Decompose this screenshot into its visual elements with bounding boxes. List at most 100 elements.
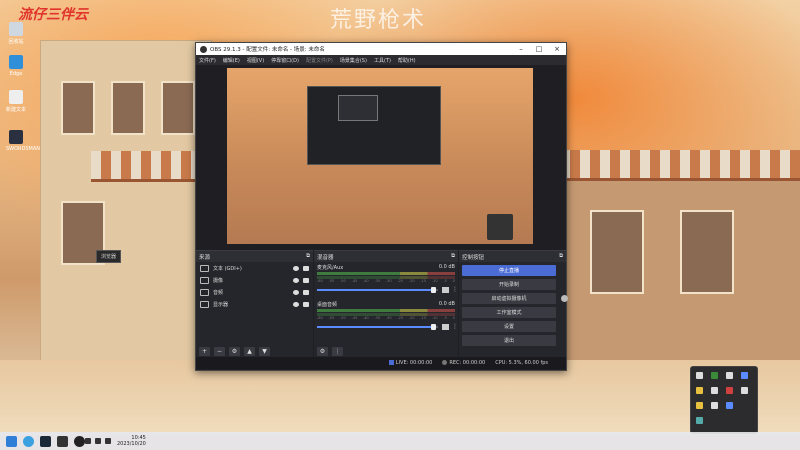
tray-chevron-icon[interactable] [85, 438, 91, 444]
undock-icon[interactable]: ⧉ [559, 253, 563, 260]
controls-header: 控制按钮 [462, 254, 485, 261]
more-options-icon[interactable]: ⋮ [452, 323, 458, 330]
sources-dock: 来源 ⧉ 文本 (GDI+) 摄像 音频 显示器 + − ⚙ ▲ ▼ [196, 250, 313, 358]
audio-meter [317, 272, 455, 275]
menu-scene-collection[interactable]: 场景集合(S) [340, 57, 367, 64]
studio-mode-button[interactable]: 工作室模式 [462, 307, 556, 318]
audio-settings-button[interactable]: ⚙ [317, 346, 328, 356]
lock-icon[interactable] [303, 289, 309, 295]
tray-icon[interactable] [711, 372, 718, 379]
nested-preview [307, 86, 441, 165]
obs-window[interactable]: OBS 29.1.3 - 配置文件: 未命名 - 场景: 未命名 – □ × 文… [195, 42, 568, 371]
gear-icon[interactable] [561, 295, 568, 302]
remove-source-button[interactable]: − [214, 346, 225, 356]
live-icon [388, 360, 394, 365]
menu-edit[interactable]: 编辑(E) [223, 57, 240, 64]
steam-icon[interactable] [40, 435, 51, 447]
recycle-bin-icon [9, 22, 23, 36]
tray-icon[interactable] [726, 372, 733, 379]
source-item[interactable]: 文本 (GDI+) [196, 262, 313, 274]
tray-icon[interactable] [696, 372, 703, 379]
mixer-menu-button[interactable]: ⋮ [332, 346, 343, 356]
menu-help[interactable]: 帮助(H) [398, 57, 416, 64]
live-status: LIVE: 00:00:00 [388, 360, 432, 366]
controls-dock: 控制按钮 ⧉ 停止直播 开始录制 启动虚拟摄像机 工作室模式 设置 退出 [459, 250, 568, 358]
source-item[interactable]: 显示器 [196, 298, 313, 310]
tray-icon[interactable] [726, 387, 733, 394]
more-options-icon[interactable]: ⋮ [452, 286, 458, 293]
visibility-eye-icon[interactable] [293, 289, 299, 295]
source-properties-button[interactable]: ⚙ [229, 346, 240, 356]
tray-icon[interactable] [696, 402, 703, 409]
audio-meter [317, 276, 455, 279]
close-icon[interactable]: × [548, 45, 566, 53]
source-item[interactable]: 摄像 [196, 274, 313, 286]
obs-logo-icon [200, 45, 207, 53]
move-down-button[interactable]: ▼ [259, 346, 270, 356]
meter-ticks: -60 -55 -50 -45 -40 -35 -30 -25 -20 -15 -10 -5 0 [317, 279, 455, 283]
background-building-left [40, 40, 212, 372]
menu-view[interactable]: 视图(V) [247, 57, 264, 64]
start-recording-button[interactable]: 开始录制 [462, 279, 556, 290]
mixer-header: 混音器 [317, 254, 334, 261]
minimize-icon[interactable]: – [512, 45, 530, 53]
source-item[interactable]: 音频 [196, 286, 313, 298]
undock-icon[interactable]: ⧉ [451, 253, 455, 260]
edge-icon [9, 55, 23, 69]
volume-slider[interactable] [317, 286, 438, 293]
visibility-eye-icon[interactable] [293, 277, 299, 283]
volume-slider[interactable] [317, 323, 438, 330]
settings-button[interactable]: 设置 [462, 321, 556, 332]
terminal-icon[interactable] [57, 435, 68, 447]
lock-icon[interactable] [303, 301, 309, 307]
menu-profile[interactable]: 配置文件(P) [306, 57, 333, 64]
obs-titlebar[interactable]: OBS 29.1.3 - 配置文件: 未命名 - 场景: 未命名 – □ × [196, 43, 566, 55]
cpu-status: CPU: 5.3%, 60.00 fps [495, 360, 548, 366]
tooltip: 浏览器 [96, 250, 122, 263]
tray-icon[interactable] [741, 387, 748, 394]
preview-canvas[interactable] [227, 68, 533, 244]
move-up-button[interactable]: ▲ [244, 346, 255, 356]
speaker-icon[interactable] [442, 286, 449, 293]
menu-docks[interactable]: 停靠窗口(D) [271, 57, 299, 64]
volume-icon[interactable] [105, 438, 111, 444]
speaker-icon[interactable] [442, 323, 449, 330]
network-icon[interactable] [95, 438, 101, 444]
meter-ticks: -60 -55 -50 -45 -40 -35 -30 -25 -20 -15 -10 -5 0 [317, 316, 455, 320]
desktop-icon-edge[interactable]: Edge [6, 55, 26, 77]
tray-icon[interactable] [711, 402, 718, 409]
menu-tools[interactable]: 工具(T) [374, 57, 391, 64]
add-source-button[interactable]: + [199, 346, 210, 356]
preview-tray-popup [487, 214, 513, 240]
lock-icon[interactable] [303, 277, 309, 283]
tray-icon[interactable] [726, 402, 733, 409]
visibility-eye-icon[interactable] [293, 301, 299, 307]
obs-taskbar-icon[interactable] [74, 435, 85, 447]
camera-icon [200, 276, 209, 284]
edge-icon[interactable] [23, 435, 34, 447]
desktop-icon-recycle[interactable]: 回收站 [6, 22, 26, 45]
watermark-text: 流仔三伴云 [18, 7, 88, 23]
lock-icon[interactable] [303, 265, 309, 271]
clock[interactable]: 10:45 2023/10/20 [117, 435, 146, 447]
undock-icon[interactable]: ⧉ [306, 253, 310, 260]
monitor-icon [200, 300, 209, 308]
nested-preview-inner [338, 95, 378, 121]
mixer-channel: 麦克风/Aux 0.0 dB -60 -55 -50 -45 -40 -35 -30 -25 -2… [317, 264, 458, 293]
tray-icon[interactable] [741, 372, 748, 379]
window-title: OBS 29.1.3 - 配置文件: 未命名 - 场景: 未命名 [210, 47, 325, 53]
virtual-camera-button[interactable]: 启动虚拟摄像机 [462, 293, 568, 304]
desktop-icon-game[interactable]: SWORDSMAN [6, 130, 40, 152]
record-icon [442, 360, 448, 365]
maximize-icon[interactable]: □ [530, 45, 548, 53]
exit-button[interactable]: 退出 [462, 335, 556, 346]
menu-file[interactable]: 文件(F) [199, 57, 216, 64]
windows-start-icon[interactable] [6, 435, 17, 447]
stop-streaming-button[interactable]: 停止直播 [462, 265, 556, 276]
tray-icon[interactable] [696, 417, 703, 424]
desktop-icon-text[interactable]: 新建文本 [6, 90, 26, 113]
tray-icon[interactable] [696, 387, 703, 394]
visibility-eye-icon[interactable] [293, 265, 299, 271]
scene-title-text: 荒野枪术 [330, 8, 427, 33]
tray-icon[interactable] [711, 387, 718, 394]
